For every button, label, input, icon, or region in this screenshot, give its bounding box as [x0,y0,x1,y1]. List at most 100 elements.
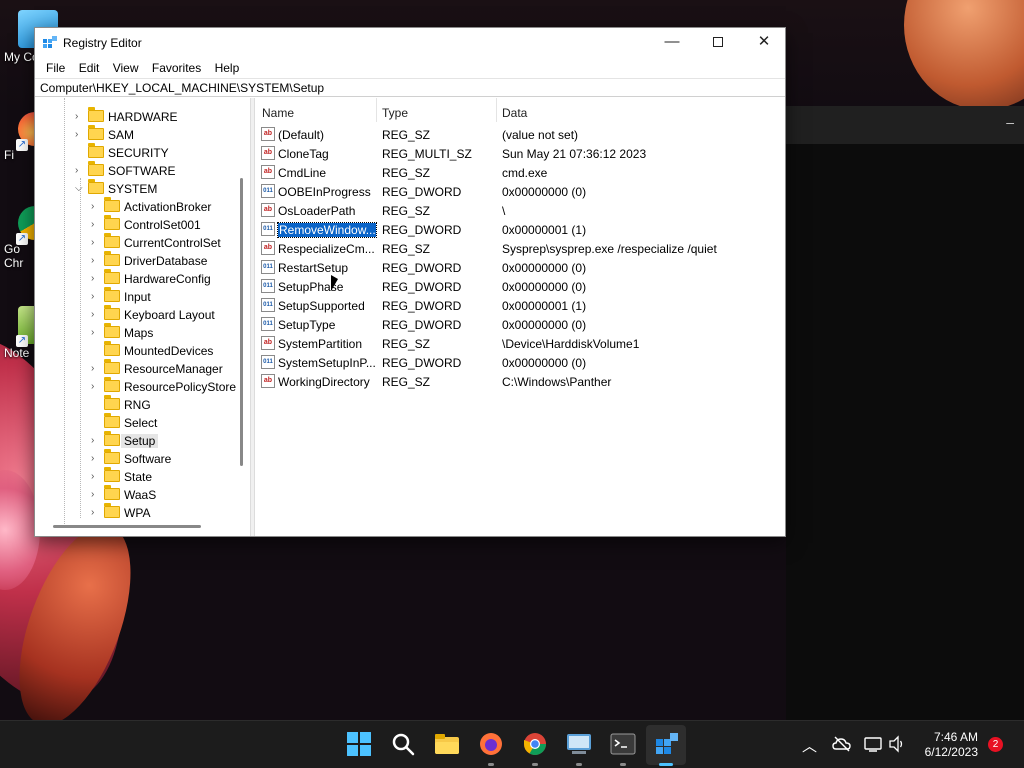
registry-value-row[interactable]: ab WorkingDirectory REG_SZ C:\Windows\Panth… [255,372,785,391]
chevron-right-icon[interactable]: › [75,165,85,177]
menu-help[interactable]: Help [210,58,245,78]
tree-node-currentcontrolset[interactable]: › CurrentControlSet [35,233,245,252]
registry-value-row[interactable]: ab RespecializeCm... REG_SZ Sysprep\sysprep… [255,239,785,258]
remote-desktop-icon[interactable] [566,731,592,757]
chevron-right-icon[interactable]: › [91,381,101,393]
chevron-right-icon[interactable]: › [91,273,101,285]
folder-icon [104,251,120,266]
value-data: 0x00000001 (1) [502,299,587,313]
column-separator[interactable] [376,98,377,122]
registry-value-row[interactable]: 011 RemoveWindow... REG_DWORD 0x00000001 (1… [255,220,785,239]
tree-node-keyboard-layout[interactable]: › Keyboard Layout [35,305,245,324]
tree-node-sam[interactable]: › SAM [35,125,245,144]
tree-node-waas[interactable]: › WaaS [35,485,245,504]
string-value-icon: ab [261,374,275,388]
column-header-type[interactable]: Type [382,106,408,120]
registry-editor-icon [43,36,57,48]
registry-value-row[interactable]: 011 SetupSupported REG_DWORD 0x00000001 (1) [255,296,785,315]
window-titlebar[interactable]: Registry Editor — ✕ [35,28,785,58]
tree-node-rng[interactable]: RNG [35,395,245,414]
tree-node-software[interactable]: › Software [35,449,245,468]
registry-value-row[interactable]: 011 SystemSetupInP... REG_DWORD 0x00000000 … [255,353,785,372]
tree-node-system[interactable]: ⌵ SYSTEM [35,179,245,198]
system-clock[interactable]: 7:46 AM 6/12/2023 [920,730,978,760]
chevron-right-icon[interactable]: › [91,507,101,519]
maximize-button[interactable] [695,28,741,58]
chevron-right-icon[interactable]: › [91,309,101,321]
column-separator[interactable] [496,98,497,122]
tree-node-security[interactable]: SECURITY [35,143,245,162]
registry-value-row[interactable]: ab CloneTag REG_MULTI_SZ Sun May 21 07:36:1… [255,144,785,163]
chevron-up-icon[interactable]: ︿ [802,735,817,756]
tree-node-input[interactable]: › Input [35,287,245,306]
menu-edit[interactable]: Edit [74,58,105,78]
tree-node-mounteddevices[interactable]: MountedDevices [35,341,245,360]
tree-node-label: Setup [121,434,159,448]
folder-icon [104,413,120,428]
file-explorer-icon[interactable] [434,731,460,757]
values-list-pane[interactable]: Name Type Data ab (Default) REG_SZ (value n… [255,98,785,536]
tree-node-setup[interactable]: › Setup [35,431,245,450]
registry-value-row[interactable]: 011 OOBEInProgress REG_DWORD 0x00000000 (0) [255,182,785,201]
tree-node-software[interactable]: › SOFTWARE [35,161,245,180]
registry-editor-icon[interactable] [654,731,680,757]
tree-node-activationbroker[interactable]: › ActivationBroker [35,197,245,216]
chevron-right-icon[interactable]: › [91,219,101,231]
tree-node-hardwareconfig[interactable]: › HardwareConfig [35,269,245,288]
registry-value-row[interactable]: ab CmdLine REG_SZ cmd.exe [255,163,785,182]
tree-node-resourcemanager[interactable]: › ResourceManager [35,359,245,378]
chevron-right-icon[interactable]: › [91,363,101,375]
registry-value-row[interactable]: ab OsLoaderPath REG_SZ \ [255,201,785,220]
chevron-right-icon[interactable]: › [91,453,101,465]
tree-node-controlset001[interactable]: › ControlSet001 [35,215,245,234]
chevron-right-icon[interactable]: › [91,201,101,213]
firefox-icon[interactable] [478,731,504,757]
folder-icon [104,341,120,356]
chevron-right-icon[interactable]: › [91,291,101,303]
tree-node-select[interactable]: Select [35,413,245,432]
chevron-right-icon[interactable]: › [91,435,101,447]
chevron-right-icon[interactable]: › [91,237,101,249]
key-tree-pane[interactable]: › HARDWARE › SAM SECURITY › SOFTWARE ⌵ SYSTEM › Ac… [35,98,250,536]
registry-value-row[interactable]: ab (Default) REG_SZ (value not set) [255,125,785,144]
volume-icon[interactable] [888,735,906,753]
column-header-name[interactable]: Name [262,106,294,120]
minimize-button[interactable]: — [649,28,695,58]
registry-value-row[interactable]: ab SystemPartition REG_SZ \Device\HarddiskV… [255,334,785,353]
menu-file[interactable]: File [41,58,70,78]
tree-node-hardware[interactable]: › HARDWARE [35,107,245,126]
chevron-down-icon[interactable]: ⌵ [75,183,85,195]
background-terminal-window[interactable]: – [786,106,1024,722]
tree-node-resourcepolicystore[interactable]: › ResourcePolicyStore [35,377,245,396]
value-type: REG_DWORD [382,280,462,294]
close-button[interactable]: ✕ [741,28,787,58]
menu-view[interactable]: View [108,58,144,78]
tree-node-driverdatabase[interactable]: › DriverDatabase [35,251,245,270]
onedrive-offline-icon[interactable] [832,735,852,753]
chrome-icon[interactable] [522,731,548,757]
tree-node-state[interactable]: › State [35,467,245,486]
tree-node-wpa[interactable]: › WPA [35,503,245,522]
shortcut-arrow-icon: ↗ [16,139,28,151]
chevron-right-icon[interactable]: › [91,489,101,501]
tree-node-maps[interactable]: › Maps [35,323,245,342]
start-icon[interactable] [346,731,372,757]
chevron-right-icon[interactable]: › [91,327,101,339]
network-icon[interactable] [864,735,882,753]
search-icon[interactable] [390,731,416,757]
chevron-right-icon[interactable]: › [91,255,101,267]
notification-badge[interactable]: 2 [988,737,1003,752]
address-bar[interactable]: Computer\HKEY_LOCAL_MACHINE\SYSTEM\Setup [35,78,785,97]
shortcut-arrow-icon: ↗ [16,335,28,347]
chevron-right-icon[interactable]: › [75,111,85,123]
chevron-right-icon[interactable]: › [75,129,85,141]
value-name: RemoveWindow... [277,222,377,238]
chevron-right-icon[interactable]: › [91,471,101,483]
column-header-data[interactable]: Data [502,106,527,120]
minimize-glyph[interactable]: – [1006,114,1014,130]
registry-value-row[interactable]: 011 SetupType REG_DWORD 0x00000000 (0) [255,315,785,334]
menu-favorites[interactable]: Favorites [147,58,206,78]
tree-horizontal-scrollbar[interactable] [53,525,201,528]
terminal-icon[interactable] [610,731,636,757]
value-name: RespecializeCm... [278,242,375,256]
